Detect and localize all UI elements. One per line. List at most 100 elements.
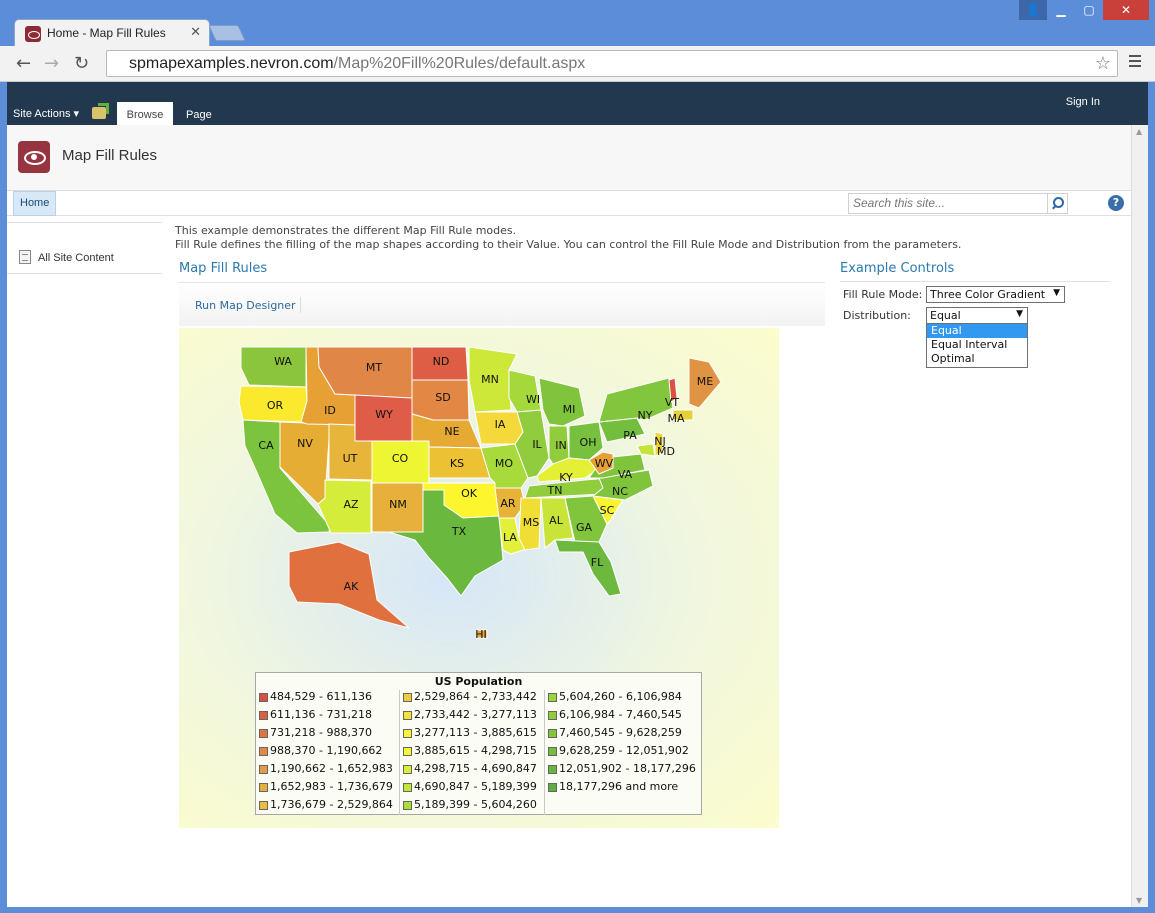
state-label: WA [274, 355, 292, 368]
webpart-title[interactable]: Map Fill Rules [179, 261, 267, 276]
distribution-select[interactable]: Equal ▼ [926, 307, 1028, 324]
close-window-button[interactable]: ✕ [1103, 0, 1149, 20]
minimize-button[interactable]: ▁ [1047, 0, 1075, 20]
tab-page[interactable]: Page [186, 102, 212, 125]
all-site-content-link[interactable]: All Site Content [38, 252, 114, 264]
page-title[interactable]: Map Fill Rules [62, 147, 157, 164]
chevron-down-icon: ▼ [1016, 309, 1023, 319]
state-label: LA [503, 531, 517, 544]
help-icon[interactable]: ? [1108, 195, 1124, 211]
distribution-dropdown: Equal Equal Interval Optimal [926, 323, 1028, 368]
distribution-label: Distribution: [843, 309, 911, 322]
legend-label: 611,136 - 731,218 [270, 708, 372, 721]
nav-home[interactable]: Home [13, 191, 57, 216]
site-actions-menu[interactable]: Site Actions ▾ [13, 107, 79, 120]
legend-swatch [259, 801, 268, 810]
legend-swatch [548, 711, 557, 720]
ribbon: Site Actions ▾ Browse Page Sign In [7, 82, 1148, 125]
state-label: TN [547, 484, 563, 497]
chevron-down-icon: ▼ [1053, 288, 1060, 298]
state-label: AK [344, 580, 360, 593]
description-line-2: Fill Rule defines the filling of the map… [175, 238, 962, 251]
state-label: NJ [654, 435, 665, 448]
back-arrow-icon[interactable]: ← [16, 53, 31, 74]
state-label: IL [532, 438, 542, 451]
map-legend: US Population 484,529 - 611,136 611,136 -… [255, 672, 702, 815]
legend-label: 731,218 - 988,370 [270, 726, 372, 739]
map-panel[interactable]: WA OR CA NV ID MT WY UT AZ CO NM ND SD NE KS OK TX MN IA MO… [179, 328, 779, 828]
state-label: SC [600, 504, 615, 517]
state-ny[interactable] [598, 377, 674, 423]
scroll-down-icon[interactable]: ▼ [1136, 896, 1142, 905]
state-label: NV [297, 437, 313, 450]
site-logo-icon[interactable] [18, 141, 50, 173]
browser-titlebar: Home - Map Fill Rules ✕ 👤 ▁ ▢ ✕ [0, 0, 1155, 46]
fill-rule-mode-select[interactable]: Three Color Gradient ▼ [926, 286, 1065, 303]
legend-label: 5,189,399 - 5,604,260 [414, 798, 537, 811]
tab-title: Home - Map Fill Rules [47, 26, 166, 40]
legend-label: 2,733,442 - 3,277,113 [414, 708, 537, 721]
state-label: VA [618, 468, 633, 481]
window-controls: 👤 ▁ ▢ ✕ [1019, 0, 1149, 20]
legend-label: 988,370 - 1,190,662 [270, 744, 383, 757]
option-equal-interval[interactable]: Equal Interval [927, 338, 1027, 352]
legend-label: 7,460,545 - 9,628,259 [559, 726, 682, 739]
user-icon[interactable]: 👤 [1019, 0, 1047, 20]
browser-menu-icon[interactable] [1129, 55, 1141, 67]
legend-swatch [548, 765, 557, 774]
option-optimal[interactable]: Optimal [927, 352, 1027, 366]
maximize-button[interactable]: ▢ [1075, 0, 1103, 20]
state-mi[interactable] [538, 377, 586, 427]
legend-label: 9,628,259 - 12,051,902 [559, 744, 689, 757]
legend-label: 5,604,260 - 6,106,984 [559, 690, 682, 703]
legend-swatch [548, 729, 557, 738]
legend-label: 2,529,864 - 2,733,442 [414, 690, 537, 703]
scroll-up-icon[interactable]: ▲ [1136, 127, 1142, 136]
state-fl[interactable] [554, 539, 622, 597]
bookmark-star-icon[interactable]: ☆ [1095, 53, 1111, 74]
legend-column-2: 2,529,864 - 2,733,442 2,733,442 - 3,277,1… [399, 690, 544, 815]
legend-swatch [403, 711, 412, 720]
vertical-scrollbar[interactable]: ▲ ▼ [1131, 125, 1148, 907]
state-label: AZ [343, 498, 359, 511]
quick-launch: All Site Content [7, 222, 162, 274]
state-label: ID [324, 404, 336, 417]
state-label: WV [595, 457, 614, 470]
sign-in-link[interactable]: Sign In [1066, 96, 1100, 108]
state-label: WI [526, 393, 540, 406]
search-input[interactable]: Search this site... [848, 193, 1048, 214]
all-site-content-icon [19, 250, 31, 264]
state-label: NE [444, 425, 459, 438]
state-label: IN [555, 439, 566, 452]
state-label: HI [475, 628, 487, 641]
legend-swatch [403, 747, 412, 756]
legend-label: 4,690,847 - 5,189,399 [414, 780, 537, 793]
option-equal[interactable]: Equal [927, 324, 1027, 338]
browser-tab[interactable]: Home - Map Fill Rules ✕ [14, 19, 210, 46]
forward-arrow-icon[interactable]: → [44, 53, 59, 74]
browser-toolbar: ← → ↻ spmapexamples.nevron.com/Map%20Fil… [0, 46, 1155, 82]
address-bar[interactable]: spmapexamples.nevron.com/Map%20Fill%20Ru… [106, 50, 1118, 77]
tab-browse[interactable]: Browse [117, 102, 173, 125]
toolbar-divider [300, 297, 301, 313]
legend-label: 4,298,715 - 4,690,847 [414, 762, 537, 775]
legend-swatch [403, 765, 412, 774]
state-label: KY [559, 471, 573, 484]
reload-icon[interactable]: ↻ [74, 53, 89, 74]
legend-label: 1,736,679 - 2,529,864 [270, 798, 393, 811]
page-description: This example demonstrates the different … [175, 224, 961, 252]
state-label: KS [450, 457, 464, 470]
legend-swatch [548, 693, 557, 702]
navigate-up-icon[interactable] [92, 107, 106, 119]
state-label: ND [433, 355, 450, 368]
top-navigation: Home Search this site... ? [7, 191, 1131, 216]
legend-swatch [259, 693, 268, 702]
state-label: UT [343, 452, 358, 465]
legend-swatch [259, 747, 268, 756]
run-map-designer-link[interactable]: Run Map Designer [195, 299, 296, 312]
legend-label: 1,190,662 - 1,652,983 [270, 762, 393, 775]
page-content: Site Actions ▾ Browse Page Sign In ▲ ▼ M… [7, 82, 1148, 907]
search-icon[interactable] [1048, 193, 1068, 214]
new-tab-button[interactable] [208, 25, 246, 41]
close-tab-icon[interactable]: ✕ [190, 25, 201, 40]
